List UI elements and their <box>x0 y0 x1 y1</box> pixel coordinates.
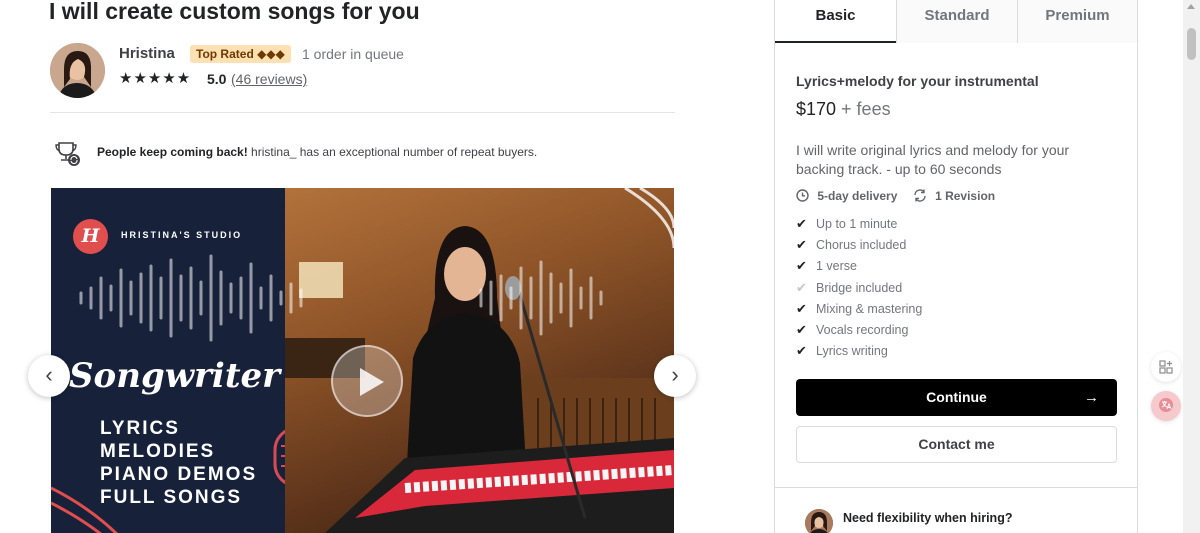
feature-label: Bridge included <box>816 280 903 295</box>
feature-label: Mixing & mastering <box>816 301 923 316</box>
repeat-buyers-bold: People keep coming back! <box>97 145 248 159</box>
feature-item: ✔ 1 verse <box>796 258 922 279</box>
skill-item: MELODIES <box>100 441 216 462</box>
package-description: I will write original lyrics and melody … <box>796 142 1070 177</box>
video-play-button[interactable] <box>331 345 403 417</box>
check-icon: ✔ <box>796 321 807 337</box>
tab-standard[interactable]: Standard <box>896 0 1017 43</box>
seller-avatar-small <box>805 509 833 533</box>
feature-label: Lyrics writing <box>816 344 888 359</box>
flexibility-title: Need flexibility when hiring? <box>843 511 1013 525</box>
reviews-link[interactable]: (46 reviews) <box>231 71 307 87</box>
clock-icon <box>796 189 812 203</box>
trophy-repeat-icon <box>54 140 82 168</box>
package-feature-list: ✔ Up to 1 minute ✔ Chorus included ✔ 1 vers… <box>796 216 922 364</box>
gallery-prev-arrow-icon[interactable]: ‹ <box>28 355 70 397</box>
package-price: $170 + fees <box>796 99 891 120</box>
check-icon: ✔ <box>796 258 807 274</box>
seller-name[interactable]: Hristina <box>119 45 175 62</box>
gallery-promo-panel: H HRISTINA'S STUDIO Songwriter LYRICS ME… <box>51 188 321 533</box>
scroll-up-arrow-icon[interactable] <box>1187 4 1195 9</box>
feature-item: ✔ Up to 1 minute <box>796 216 922 237</box>
feature-item: ✔ Vocals recording <box>796 322 922 343</box>
package-title: Lyrics+melody for your instrumental <box>796 73 1039 89</box>
seller-overview: Hristina Top Rated ◆◆◆ 1 order in queue … <box>50 43 675 113</box>
packages-panel: Basic Standard Premium Lyrics+melody for… <box>774 0 1138 488</box>
feature-label: Chorus included <box>816 238 907 253</box>
feature-label: 1 verse <box>816 259 857 274</box>
repeat-buyers-text: People keep coming back! hristina_ has a… <box>97 145 537 159</box>
scrollbar-thumb[interactable] <box>1187 28 1196 60</box>
package-delivery-info: 5-day delivery 1 Revision <box>796 189 995 203</box>
revision-icon <box>913 189 930 203</box>
apps-grid-icon[interactable] <box>1151 352 1181 382</box>
feature-item: ✔ Mixing & mastering <box>796 301 922 322</box>
arrow-right-icon: → <box>1084 389 1099 406</box>
feature-item: ✔ Lyrics writing <box>796 343 922 364</box>
tab-basic[interactable]: Basic <box>775 0 896 43</box>
gallery-next-arrow-icon[interactable]: › <box>654 355 696 397</box>
studio-name: HRISTINA'S STUDIO <box>121 230 243 240</box>
revision-count: 1 Revision <box>935 189 996 203</box>
rating-value: 5.0 <box>207 71 227 87</box>
star-rating-icon: ★★★★★ <box>119 70 192 87</box>
feature-item: ✔ Chorus included <box>796 237 922 258</box>
price-fees: + fees <box>836 99 891 119</box>
continue-button[interactable]: Continue → <box>796 379 1117 416</box>
gallery-headline: Songwriter <box>69 356 281 396</box>
gig-title: I will create custom songs for you <box>49 0 420 24</box>
top-rated-badge: Top Rated ◆◆◆ <box>190 45 291 63</box>
flexibility-card[interactable]: Need flexibility when hiring? <box>774 487 1138 533</box>
feature-label: Vocals recording <box>816 322 909 337</box>
price-amount: $170 <box>796 99 837 119</box>
feature-item: ✔ Bridge included <box>796 280 922 301</box>
feature-label: Up to 1 minute <box>816 217 898 231</box>
delivery-time: 5-day delivery <box>817 189 898 203</box>
check-icon: ✔ <box>796 279 807 295</box>
contact-me-button[interactable]: Contact me <box>796 426 1117 463</box>
page-scrollbar[interactable] <box>1183 0 1200 533</box>
translate-icon[interactable] <box>1151 391 1181 421</box>
seller-avatar[interactable] <box>50 43 105 98</box>
order-queue-text: 1 order in queue <box>302 46 404 62</box>
repeat-buyers-detail: hristina_ has an exceptional number of r… <box>247 145 538 159</box>
check-icon: ✔ <box>796 237 807 253</box>
continue-label: Continue <box>926 389 987 405</box>
tab-premium[interactable]: Premium <box>1017 0 1137 43</box>
check-icon: ✔ <box>796 343 807 359</box>
check-icon: ✔ <box>796 216 807 231</box>
audio-waveform-icon <box>79 254 603 342</box>
decorative-curve-icon <box>51 486 118 533</box>
gig-gallery[interactable]: H HRISTINA'S STUDIO Songwriter LYRICS ME… <box>51 188 674 533</box>
skill-item: LYRICS <box>100 418 180 439</box>
package-tabs: Basic Standard Premium <box>775 0 1137 43</box>
check-icon: ✔ <box>796 300 807 316</box>
